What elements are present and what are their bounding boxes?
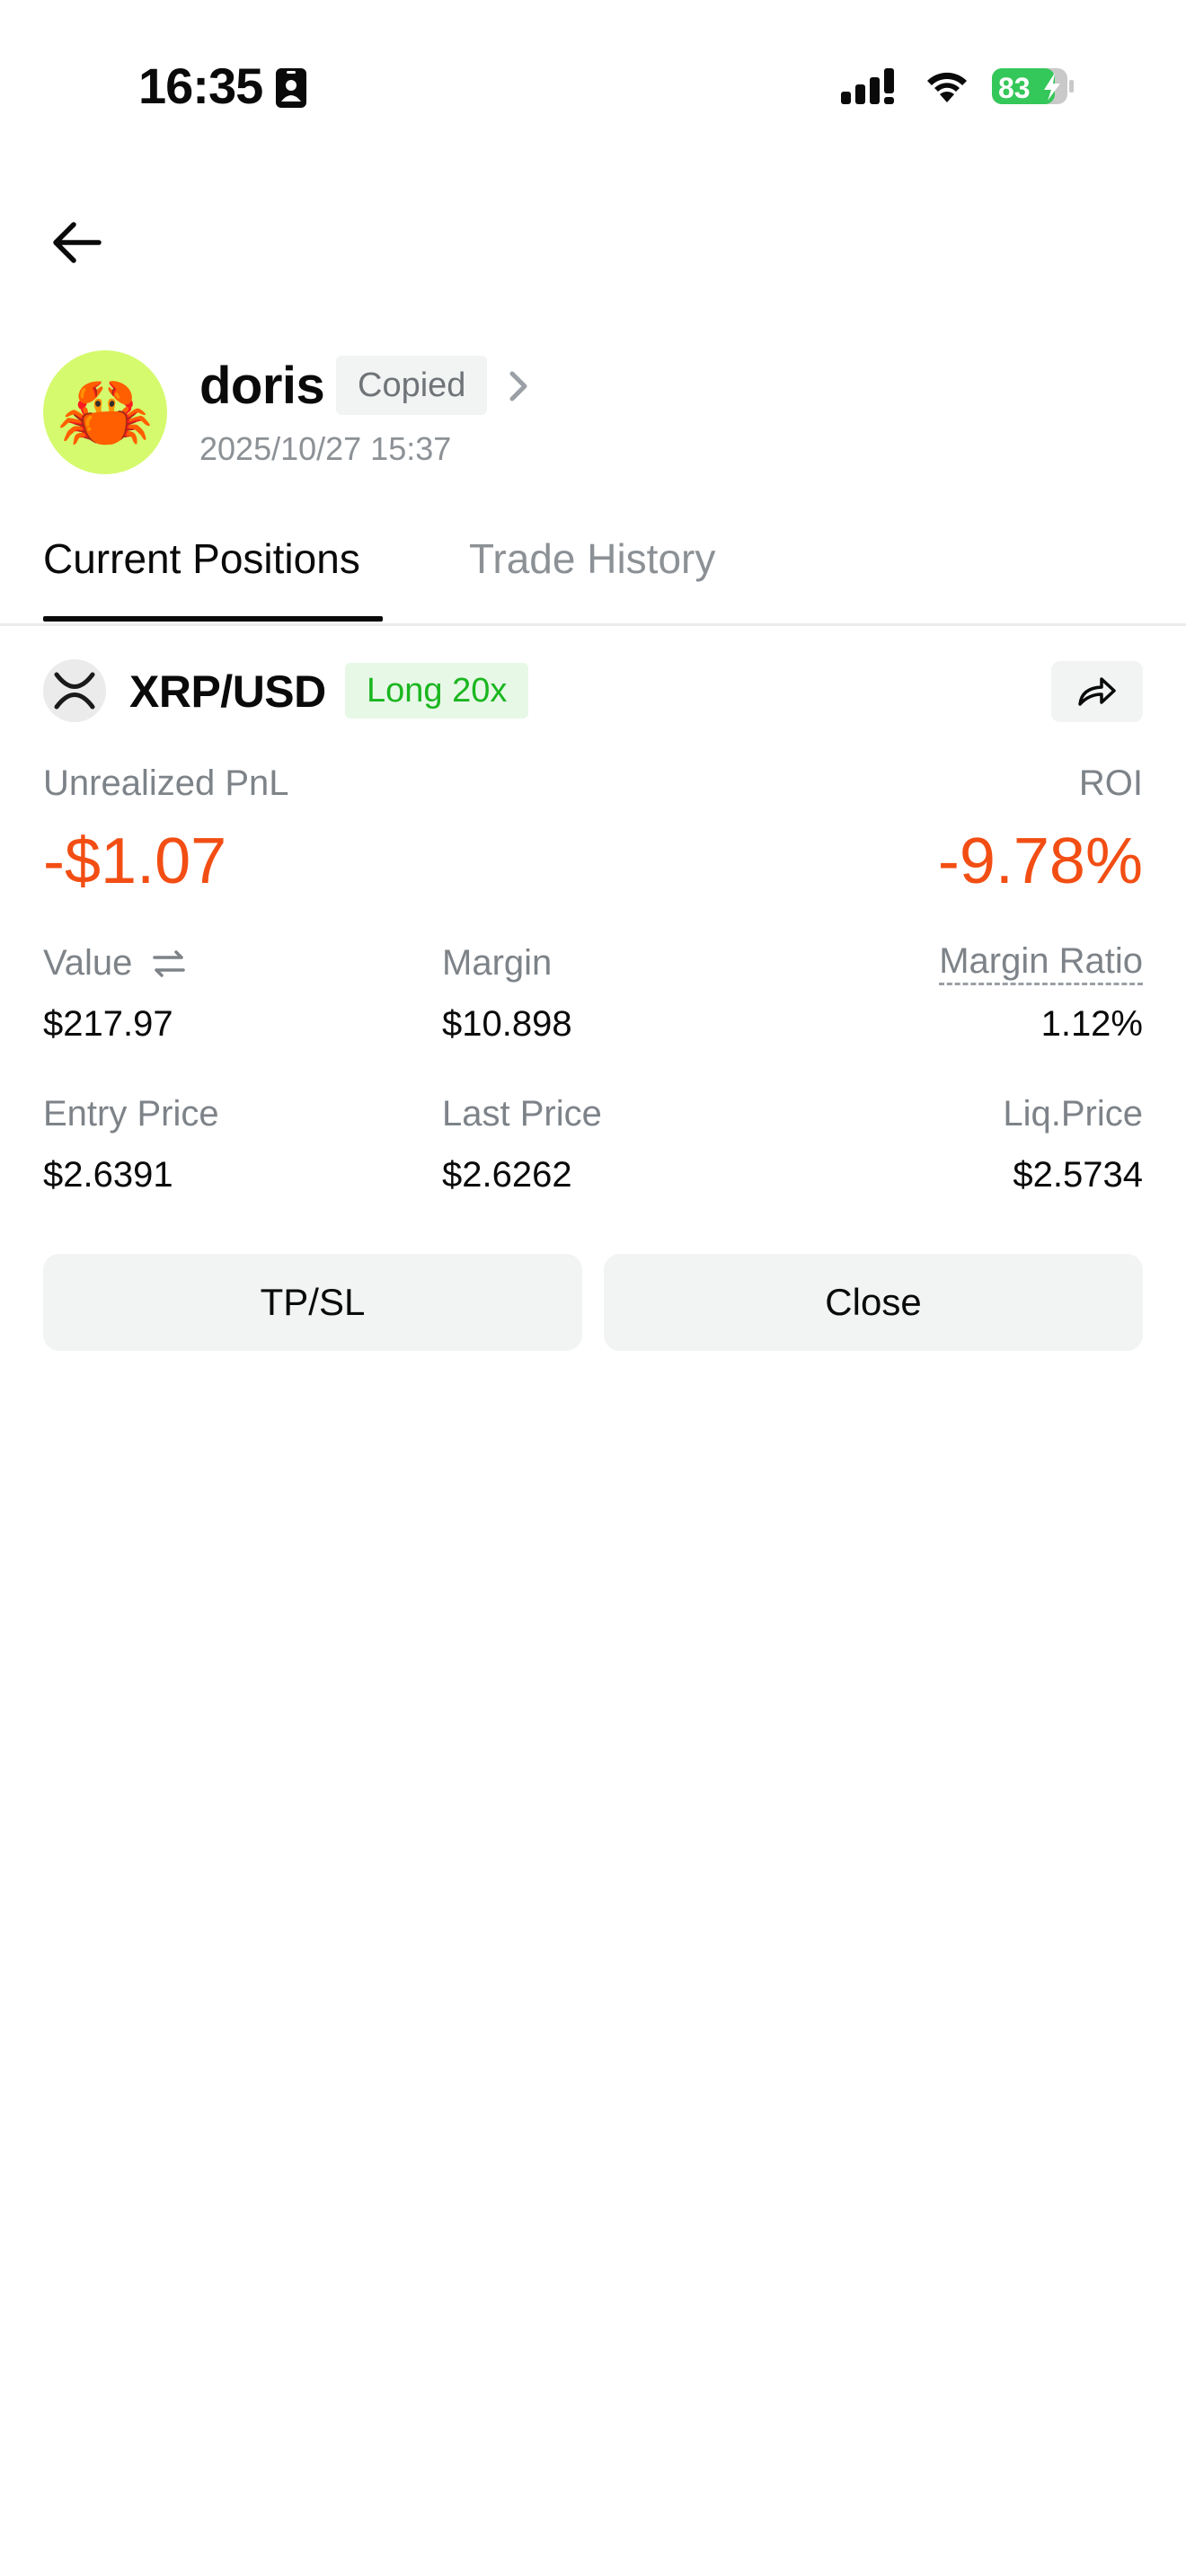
margin-label: Margin (442, 943, 553, 983)
unrealized-pnl-value: -$1.07 (43, 825, 227, 897)
margin-ratio-label[interactable]: Margin Ratio (939, 940, 1143, 985)
margin-amount: $10.898 (442, 1004, 572, 1044)
status-bar: 16:35 83 (0, 0, 1186, 171)
id-card-icon (276, 68, 306, 108)
tab-trade-history[interactable]: Trade History (469, 530, 715, 587)
unrealized-pnl-label: Unrealized PnL (43, 763, 289, 803)
liq-price-value: $2.5734 (1013, 1155, 1143, 1195)
cellular-signal-icon (841, 68, 894, 104)
xrp-coin-icon (43, 659, 106, 722)
profile-date: 2025/10/27 15:37 (199, 430, 452, 467)
value-label: Value (43, 943, 133, 983)
trader-name[interactable]: doris (199, 352, 325, 420)
active-tab-indicator (43, 616, 383, 622)
tabs-divider (0, 623, 1186, 626)
battery-icon: 83 (992, 68, 1074, 104)
tpsl-button[interactable]: TP/SL (43, 1254, 582, 1351)
last-price-label: Last Price (442, 1094, 602, 1134)
close-position-button[interactable]: Close (604, 1254, 1143, 1351)
copied-badge: Copied (336, 356, 488, 415)
share-button[interactable] (1051, 661, 1143, 722)
share-icon (1078, 677, 1116, 706)
leverage-badge: Long 20x (345, 663, 529, 719)
liq-price-label: Liq.Price (1003, 1094, 1143, 1134)
entry-price-value: $2.6391 (43, 1155, 173, 1195)
roi-label: ROI (1078, 763, 1143, 803)
last-price-value: $2.6262 (442, 1155, 572, 1195)
back-button[interactable] (40, 210, 111, 275)
value-amount: $217.97 (43, 1004, 173, 1044)
status-time: 16:35 (138, 57, 263, 114)
crab-avatar-icon: 🦀 (57, 369, 154, 455)
roi-value: -9.78% (937, 825, 1143, 897)
avatar[interactable]: 🦀 (43, 350, 167, 474)
battery-level: 83 (998, 72, 1031, 104)
entry-price-label: Entry Price (43, 1094, 219, 1134)
chevron-right-icon[interactable] (503, 366, 534, 406)
wifi-icon (927, 72, 967, 102)
pair-name: XRP/USD (129, 666, 326, 717)
swap-arrows-icon[interactable] (151, 948, 187, 979)
battery-indicator: 83 (990, 65, 1076, 108)
margin-ratio-value: 1.12% (1040, 1004, 1143, 1044)
arrow-left-icon (53, 222, 102, 263)
tab-current-positions[interactable]: Current Positions (43, 530, 360, 587)
